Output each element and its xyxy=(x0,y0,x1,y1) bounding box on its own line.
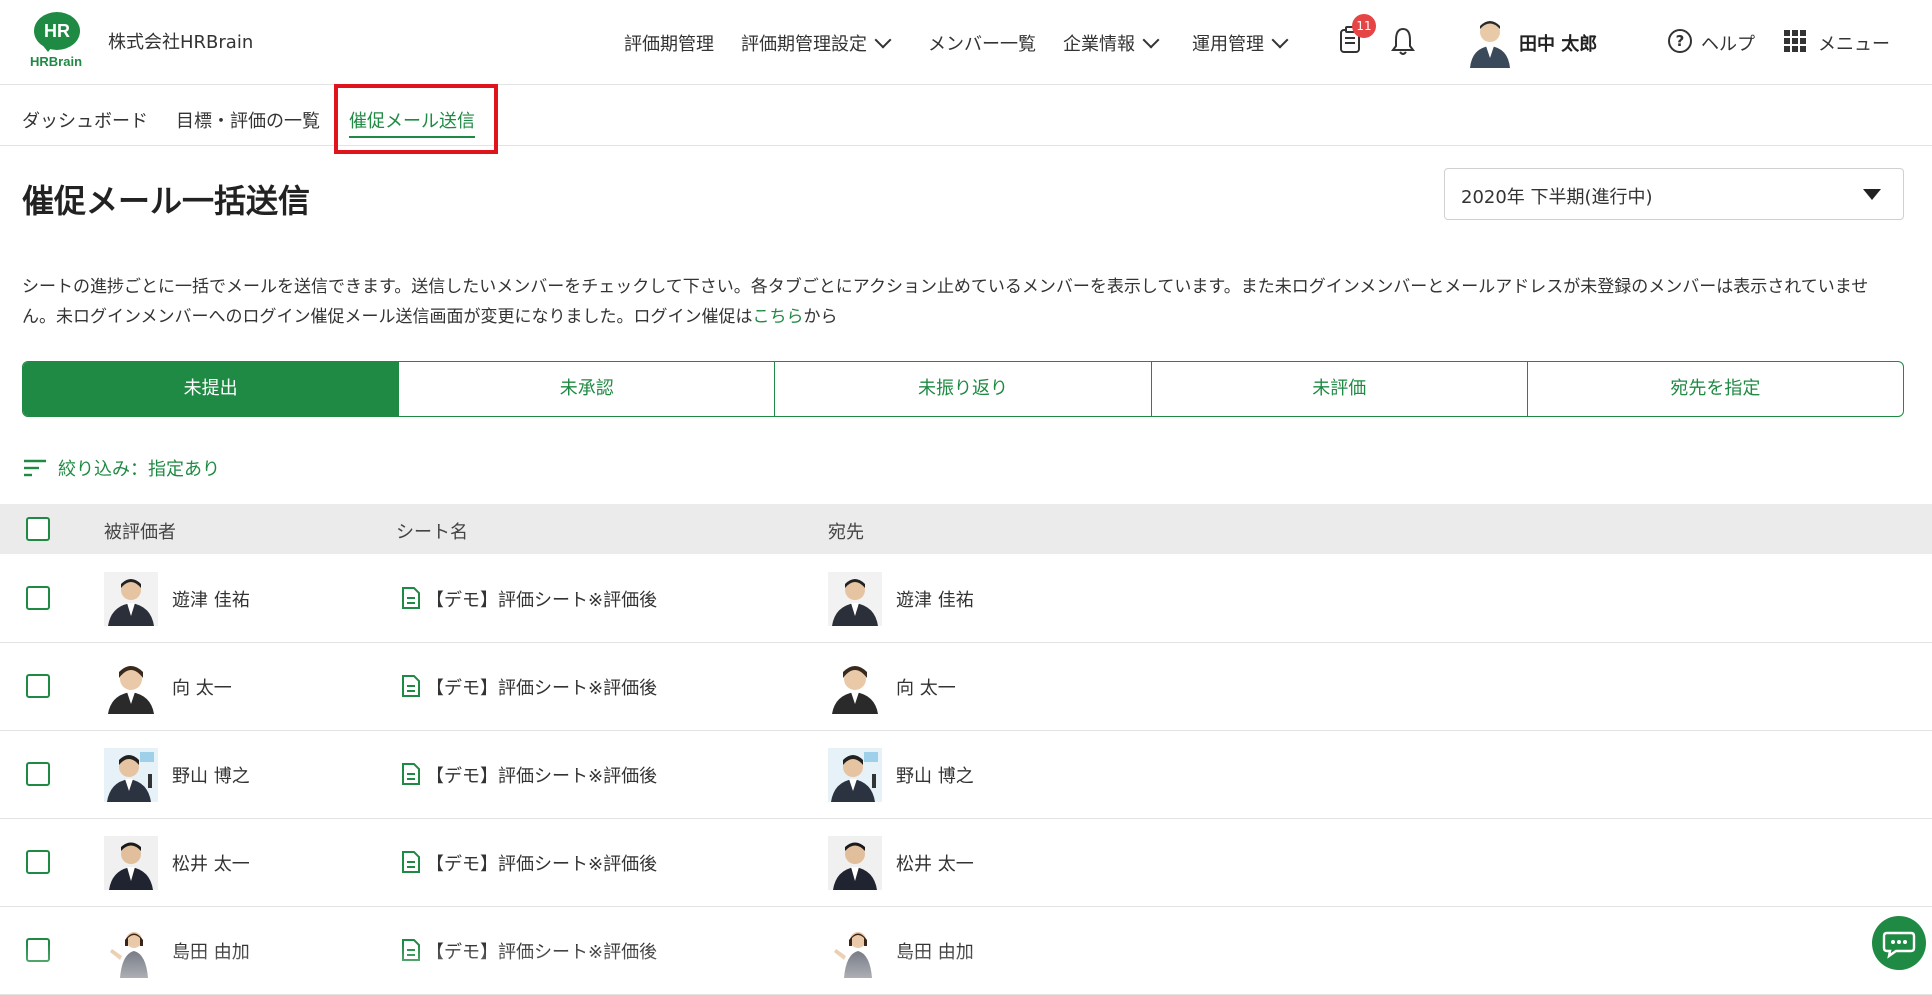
row-checkbox[interactable] xyxy=(26,762,50,786)
help-icon[interactable]: ? xyxy=(1668,29,1692,53)
status-tabs: 未提出 未承認 未振り返り 未評価 宛先を指定 xyxy=(22,361,1904,417)
evaluatee-name[interactable]: 島田 由加 xyxy=(172,938,250,964)
recipient-name: 遊津 佳祐 xyxy=(896,590,974,611)
avatar xyxy=(828,924,882,978)
table-header: 被評価者 シート名 宛先 xyxy=(0,504,1932,554)
breadcrumb: ダッシュボード 目標・評価の一覧 催促メール送信 xyxy=(0,85,1932,146)
chevron-down-icon xyxy=(874,31,892,49)
column-header-recipient: 宛先 xyxy=(828,522,864,543)
logo-bubble-tail xyxy=(40,42,56,52)
sheet-name[interactable]: 【デモ】評価シート※評価後 xyxy=(426,762,657,788)
logo-word: HRBrain xyxy=(30,54,83,69)
document-icon xyxy=(402,939,420,961)
nav-operations[interactable]: 運用管理 xyxy=(1192,30,1289,56)
sheet-name[interactable]: 【デモ】評価シート※評価後 xyxy=(426,674,657,700)
avatar xyxy=(104,748,158,802)
table-row: 松井 太一 【デモ】評価シート※評価後 松井 太一 xyxy=(0,818,1932,907)
page-description: シートの進捗ごとに一括でメールを送信できます。送信したいメンバーをチェックして下… xyxy=(22,272,1902,332)
avatar xyxy=(828,660,882,714)
recipient-name: 島田 由加 xyxy=(896,942,974,963)
help-link[interactable]: ヘルプ xyxy=(1701,30,1755,56)
period-select-value: 2020年 下半期(進行中) xyxy=(1461,187,1653,208)
table-row: 遊津 佳祐 【デモ】評価シート※評価後 遊津 佳祐 xyxy=(0,554,1932,643)
nav-label: 評価期管理設定 xyxy=(741,34,867,55)
chevron-down-icon xyxy=(1271,31,1289,49)
filter-icon xyxy=(24,459,46,477)
nav-label: 運用管理 xyxy=(1192,34,1264,55)
row-checkbox[interactable] xyxy=(26,586,50,610)
menu-button[interactable]: メニュー xyxy=(1818,30,1890,56)
description-text: シートの進捗ごとに一括でメールを送信できます。送信したいメンバーをチェックして下… xyxy=(22,277,1869,327)
nav-label: メンバー一覧 xyxy=(928,34,1036,55)
nav-evaluation-settings[interactable]: 評価期管理設定 xyxy=(741,30,892,56)
nav-evaluation-period[interactable]: 評価期管理 xyxy=(624,30,714,56)
recipient-name: 野山 博之 xyxy=(896,766,974,787)
tab-specify-recipient[interactable]: 宛先を指定 xyxy=(1528,362,1903,416)
table-row: 向 太一 【デモ】評価シート※評価後 向 太一 xyxy=(0,642,1932,731)
evaluatee-name[interactable]: 松井 太一 xyxy=(172,850,250,876)
sheet-name[interactable]: 【デモ】評価シート※評価後 xyxy=(426,586,657,612)
row-checkbox[interactable] xyxy=(26,938,50,962)
user-avatar[interactable] xyxy=(1467,16,1513,68)
tab-not-approved[interactable]: 未承認 xyxy=(399,362,776,416)
filter-label: 絞り込み：指定あり xyxy=(58,459,220,480)
row-checkbox[interactable] xyxy=(26,674,50,698)
recipient-name: 向 太一 xyxy=(896,678,956,699)
avatar xyxy=(104,660,158,714)
app-header: HR HRBrain 株式会社HRBrain 評価期管理 評価期管理設定 メンバ… xyxy=(0,0,1932,85)
filter-toggle[interactable]: 絞り込み：指定あり xyxy=(24,455,220,481)
company-name: 株式会社HRBrain xyxy=(108,32,254,53)
chat-support-button[interactable] xyxy=(1872,916,1926,970)
sheet-name[interactable]: 【デモ】評価シート※評価後 xyxy=(426,850,657,876)
login-reminder-link[interactable]: こちら xyxy=(753,307,804,327)
description-tail: から xyxy=(803,307,838,327)
evaluatee-name[interactable]: 向 太一 xyxy=(172,674,232,700)
sheet-name[interactable]: 【デモ】評価シート※評価後 xyxy=(426,938,657,964)
recipient-name: 松井 太一 xyxy=(896,854,974,875)
document-icon xyxy=(402,587,420,609)
document-icon xyxy=(402,763,420,785)
hrbrain-logo[interactable]: HR HRBrain xyxy=(30,12,88,70)
period-select[interactable]: 2020年 下半期(進行中) xyxy=(1444,168,1904,220)
evaluatee-name[interactable]: 野山 博之 xyxy=(172,762,250,788)
breadcrumb-dashboard[interactable]: ダッシュボード xyxy=(22,107,148,133)
evaluatee-name[interactable]: 遊津 佳祐 xyxy=(172,586,250,612)
breadcrumb-goals-evaluations[interactable]: 目標・評価の一覧 xyxy=(176,107,320,133)
avatar xyxy=(104,572,158,626)
bell-icon[interactable] xyxy=(1391,26,1415,56)
tab-not-evaluated[interactable]: 未評価 xyxy=(1152,362,1528,416)
page-title: 催促メール一括送信 xyxy=(22,182,311,220)
grid-menu-icon[interactable] xyxy=(1784,30,1806,52)
column-header-sheet: シート名 xyxy=(396,522,468,543)
user-name[interactable]: 田中 太郎 xyxy=(1519,30,1597,56)
avatar xyxy=(828,836,882,890)
nav-company-info[interactable]: 企業情報 xyxy=(1063,30,1160,56)
avatar xyxy=(828,572,882,626)
document-icon xyxy=(402,851,420,873)
column-header-evaluatee: 被評価者 xyxy=(104,522,176,543)
avatar xyxy=(104,924,158,978)
tab-not-reflected[interactable]: 未振り返り xyxy=(775,362,1152,416)
annotation-highlight-box xyxy=(334,84,498,154)
nav-label: 企業情報 xyxy=(1063,34,1135,55)
document-icon xyxy=(402,675,420,697)
avatar xyxy=(104,836,158,890)
nav-member-list[interactable]: メンバー一覧 xyxy=(928,30,1036,56)
notification-badge: 11 xyxy=(1352,14,1376,38)
table-row: 野山 博之 【デモ】評価シート※評価後 野山 博之 xyxy=(0,730,1932,819)
row-checkbox[interactable] xyxy=(26,850,50,874)
chat-icon xyxy=(1882,931,1916,959)
nav-label: 評価期管理 xyxy=(624,34,714,55)
tab-not-submitted[interactable]: 未提出 xyxy=(23,362,400,416)
dropdown-triangle-icon xyxy=(1863,189,1881,200)
table-row: 島田 由加 【デモ】評価シート※評価後 島田 由加 xyxy=(0,906,1932,995)
chevron-down-icon xyxy=(1142,31,1160,49)
avatar xyxy=(828,748,882,802)
select-all-checkbox[interactable] xyxy=(26,517,50,541)
